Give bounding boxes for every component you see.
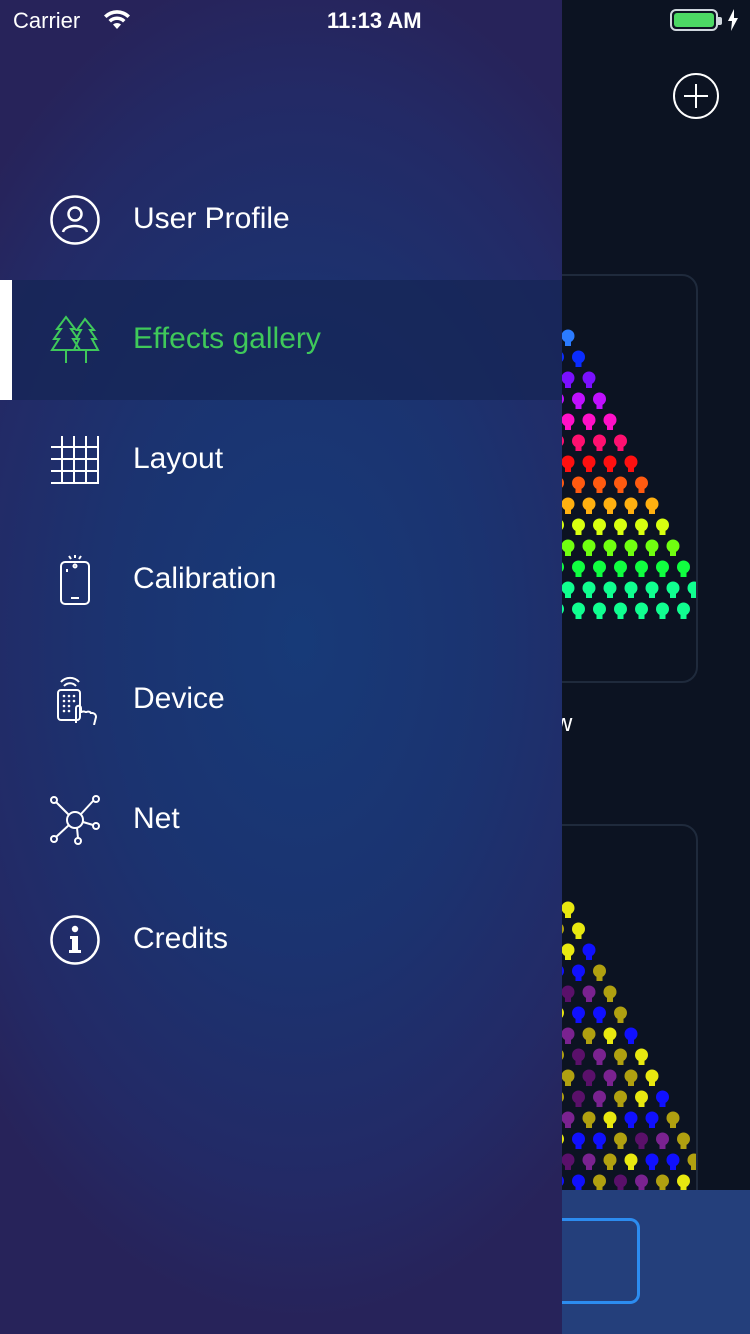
wifi-icon <box>104 10 130 29</box>
menu-item-calibration[interactable]: Calibration <box>0 520 562 640</box>
drawer-menu: User Profile Effects gallery Layout Cali… <box>0 160 562 1000</box>
menu-item-net[interactable]: Net <box>0 760 562 880</box>
menu-item-layout[interactable]: Layout <box>0 400 562 520</box>
menu-item-credits[interactable]: Credits <box>0 880 562 1000</box>
add-icon[interactable] <box>673 73 719 119</box>
user-profile-icon <box>50 195 100 245</box>
menu-item-label: Effects gallery <box>133 322 321 355</box>
menu-item-effects-gallery[interactable]: Effects gallery <box>0 280 562 400</box>
charging-icon <box>728 9 738 31</box>
menu-item-label: Net <box>133 802 180 835</box>
remote-device-icon <box>57 676 98 725</box>
clock: 11:13 AM <box>327 8 422 33</box>
trees-icon <box>50 315 100 363</box>
grid-icon <box>51 436 99 484</box>
menu-item-label: User Profile <box>133 202 290 235</box>
menu-item-user-profile[interactable]: User Profile <box>0 160 562 280</box>
navigation-drawer: User Profile Effects gallery Layout Cali… <box>0 0 562 1334</box>
network-icon <box>50 795 100 845</box>
menu-item-label: Layout <box>133 442 224 475</box>
menu-item-label: Credits <box>133 922 229 955</box>
active-indicator <box>0 280 12 400</box>
menu-item-device[interactable]: Device <box>0 640 562 760</box>
carrier-label: Carrier <box>13 8 81 33</box>
battery-icon <box>670 9 722 31</box>
status-bar: Carrier 11:13 AM <box>0 0 750 40</box>
menu-item-label: Device <box>133 682 225 715</box>
info-icon <box>50 915 100 965</box>
phone-calibration-icon <box>60 555 90 605</box>
menu-item-label: Calibration <box>133 562 277 595</box>
